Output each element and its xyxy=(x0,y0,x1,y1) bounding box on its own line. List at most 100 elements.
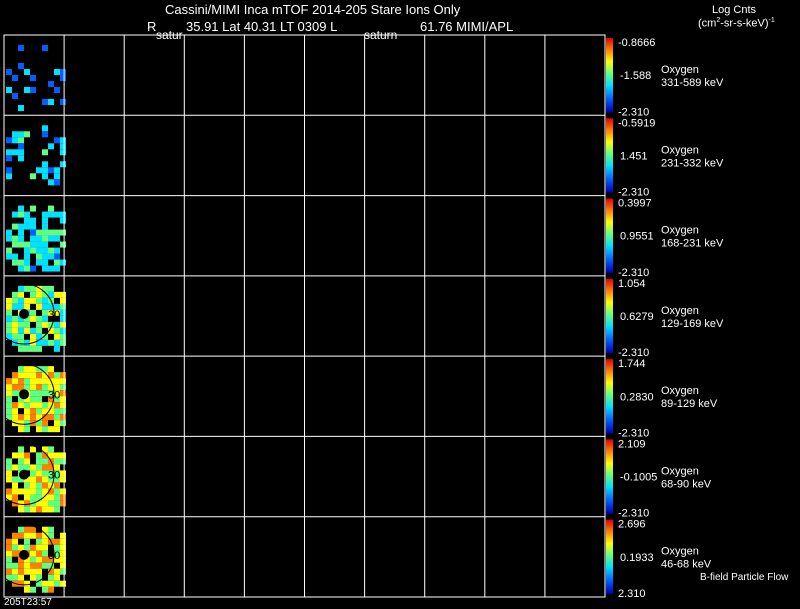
heatmap-pixel xyxy=(12,384,18,391)
heatmap-pixel xyxy=(12,568,18,575)
heatmap-pixel xyxy=(24,532,30,539)
heatmap-pixel xyxy=(42,247,48,254)
heatmap-pixel xyxy=(42,131,48,138)
heatmap-pixel xyxy=(54,580,60,587)
heatmap-pixel xyxy=(60,414,66,421)
colorbar-min-label: 2.310 xyxy=(618,588,646,600)
heatmap-pixel xyxy=(36,464,42,471)
heatmap-pixel xyxy=(24,253,30,260)
heatmap-pixel xyxy=(18,488,24,495)
heatmap-pixel xyxy=(18,333,24,340)
heatmap-pixel xyxy=(18,259,24,266)
heatmap-pixel xyxy=(30,396,36,403)
heatmap-pixel xyxy=(30,402,36,409)
heatmap-pixel xyxy=(12,532,18,539)
heatmap-pixel xyxy=(30,470,36,477)
heatmap-pixel xyxy=(12,93,18,99)
heatmap-pixel xyxy=(54,426,60,433)
heatmap-pixel xyxy=(48,574,54,581)
heatmap-pixel xyxy=(36,291,42,298)
heatmap-pixel xyxy=(54,420,60,427)
heatmap-pixel xyxy=(48,366,54,373)
heatmap-pixel xyxy=(12,464,18,471)
heatmap-pixel xyxy=(42,223,48,230)
heatmap-pixel xyxy=(48,500,54,507)
heatmap-pixel xyxy=(36,372,42,379)
heatmap-pixel xyxy=(60,378,66,385)
heatmap-pixel xyxy=(36,544,42,551)
colorbar xyxy=(606,118,613,193)
heatmap-pixel xyxy=(12,414,18,421)
heatmap-pixel xyxy=(30,265,36,272)
heatmap-pixel xyxy=(36,235,42,242)
heatmap-pixel xyxy=(18,143,24,150)
heatmap-pixel xyxy=(30,378,36,385)
energy-label: 129-169 keV xyxy=(661,318,724,330)
heatmap-pixel xyxy=(42,161,48,168)
heatmap-pixel xyxy=(24,568,30,575)
heatmap-pixel xyxy=(36,303,42,310)
planet-marker xyxy=(19,389,30,400)
heatmap-pixel xyxy=(60,303,66,310)
heatmap-pixel xyxy=(60,568,66,575)
heatmap-pixel xyxy=(6,378,12,385)
heatmap-pixel xyxy=(12,482,18,489)
colorbar-max-label: 1.744 xyxy=(618,358,646,370)
heatmap-pixel xyxy=(60,538,66,545)
heatmap-pixel xyxy=(30,408,36,415)
heatmap-pixel xyxy=(12,137,18,144)
species-label: Oxygen xyxy=(661,144,699,156)
heatmap-pixel xyxy=(42,253,48,260)
heatmap-pixel xyxy=(36,538,42,545)
species-label: Oxygen xyxy=(661,305,699,317)
heatmap-pixel xyxy=(12,297,18,304)
heatmap-pixel xyxy=(60,550,66,557)
heatmap-pixel xyxy=(48,526,54,533)
heatmap-pixel xyxy=(48,247,54,254)
heatmap-pixel xyxy=(42,420,48,427)
heatmap-pixel xyxy=(48,253,54,260)
heatmap-pixel xyxy=(30,586,36,593)
heatmap-pixel xyxy=(12,408,18,415)
heatmap-pixel xyxy=(12,75,18,81)
heatmap-pixel xyxy=(6,476,12,483)
ring-label: 30 xyxy=(48,309,60,321)
species-label: Oxygen xyxy=(661,64,699,76)
heatmap-pixel xyxy=(18,345,24,352)
heatmap-pixel xyxy=(12,494,18,501)
heatmap-plot: -0.8666-1.588-2.310Oxygen331-589 keV-0.5… xyxy=(0,34,724,600)
heatmap-pixel xyxy=(60,532,66,539)
heatmap-pixel xyxy=(48,446,54,453)
heatmap-pixel xyxy=(42,235,48,242)
heatmap-pixel xyxy=(48,580,54,587)
colorbar-mid-label: 0.2830 xyxy=(620,391,654,403)
colorbar-mid-label: -0.1005 xyxy=(620,472,657,484)
heatmap-pixel xyxy=(12,562,18,569)
heatmap-pixel xyxy=(42,99,48,105)
heatmap-pixel xyxy=(30,217,36,224)
heatmap-pixel xyxy=(30,241,36,248)
heatmap-pixel xyxy=(24,217,30,224)
heatmap-pixel xyxy=(6,384,12,391)
colorbar-max-label: -0.5919 xyxy=(618,117,655,129)
heatmap-pixel xyxy=(54,506,60,513)
heatmap-pixel xyxy=(18,402,24,409)
heatmap-pixel xyxy=(30,75,36,81)
heatmap-pixel xyxy=(6,538,12,545)
heatmap-pixel xyxy=(24,211,30,218)
heatmap-pixel xyxy=(18,285,24,292)
energy-label: 89-129 keV xyxy=(661,398,718,410)
colorbar-mid-label: 0.1933 xyxy=(620,552,654,564)
heatmap-pixel xyxy=(18,211,24,218)
heatmap-pixel xyxy=(6,464,12,471)
heatmap-pixel xyxy=(24,372,30,379)
heatmap-pixel xyxy=(24,458,30,465)
heatmap-pixel xyxy=(36,241,42,248)
heatmap-pixel xyxy=(60,408,66,415)
heatmap-pixel xyxy=(54,265,60,272)
heatmap-pixel xyxy=(54,452,60,459)
heatmap-pixel xyxy=(12,235,18,242)
heatmap-pixel xyxy=(48,494,54,501)
heatmap-pixel xyxy=(48,81,54,87)
heatmap-pixel xyxy=(60,494,66,501)
